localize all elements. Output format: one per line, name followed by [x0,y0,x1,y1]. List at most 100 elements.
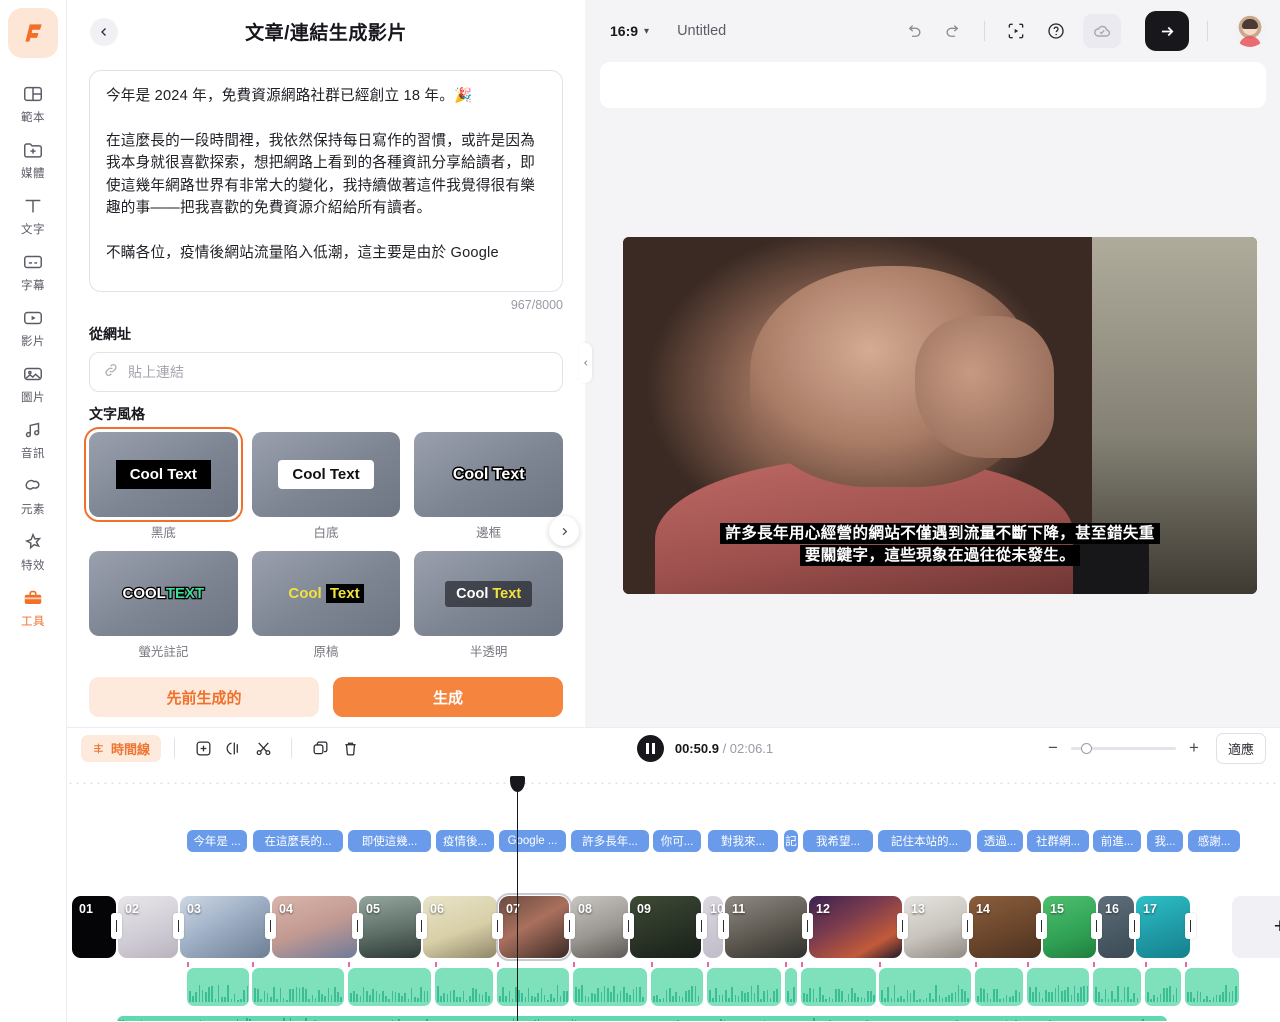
subtitle-chip[interactable]: 今年是 ... [187,830,247,852]
timeline-clip[interactable]: 08 [571,896,628,958]
audio-clip-track[interactable] [67,962,1280,1021]
sidebar-item-media[interactable]: 媒體 [2,130,64,185]
clip-trim-handle[interactable] [897,913,908,939]
audio-waveform-segment[interactable] [879,968,971,1006]
audio-waveform-segment[interactable] [497,968,569,1006]
subtitle-track[interactable]: 今年是 ... 在這麼長的... 即使這幾... 疫情後... Google ... 許多… [67,830,1280,852]
fit-to-window-button[interactable]: 適應 [1216,732,1267,764]
playhead-handle[interactable] [510,776,525,792]
style-option-highlight[interactable]: COOLTEXT 螢光註記 [89,551,238,660]
audio-waveform-segment[interactable] [1093,968,1141,1006]
clip-trim-handle[interactable] [265,913,276,939]
add-media-button[interactable]: + [1232,896,1280,958]
preview-button[interactable] [1003,18,1029,44]
subtitle-chip[interactable]: 疫情後... [436,830,494,852]
video-clip-track[interactable]: 01 02 03 04 05 06 07 08 09 10 11 12 13 14 15 16 17 + [67,893,1280,961]
split-icon[interactable] [218,733,248,763]
subtitle-chip[interactable]: 記 [784,830,798,852]
previous-generations-button[interactable]: 先前生成的 [89,677,319,717]
audio-waveform-segment[interactable] [801,968,876,1006]
clip-trim-handle[interactable] [416,913,427,939]
audio-waveform-segment[interactable] [348,968,431,1006]
clip-trim-handle[interactable] [173,913,184,939]
zoom-out-button[interactable]: − [1045,738,1061,758]
timeline-clip[interactable]: 03 [180,896,270,958]
sidebar-item-effects[interactable]: 特效 [2,522,64,577]
video-preview[interactable]: 許多長年用心經營的網站不僅遇到流量不斷下降，甚至錯失重 要關鍵字，這些現象在過往… [623,237,1257,594]
sidebar-item-audio[interactable]: 音訊 [2,410,64,465]
export-button[interactable] [1145,11,1189,51]
timeline-tracks[interactable]: 今年是 ... 在這麼長的... 即使這幾... 疫情後... Google ... 許多… [67,768,1280,1021]
sidebar-item-text[interactable]: 文字 [2,186,64,241]
sidebar-item-template[interactable]: 範本 [2,74,64,129]
style-option-white-bg[interactable]: Cool Text 白底 [251,432,401,541]
subtitle-chip[interactable]: 我希望... [803,830,873,852]
sidebar-item-video[interactable]: 影片 [2,298,64,353]
subtitle-chip[interactable]: 社群網... [1027,830,1089,852]
audio-waveform-segment[interactable] [1185,968,1239,1006]
audio-waveform-segment[interactable] [252,968,344,1006]
subtitle-chip[interactable]: 我... [1147,830,1183,852]
generate-button[interactable]: 生成 [333,677,563,717]
url-input[interactable]: 貼上連結 [89,352,563,392]
style-option-original[interactable]: Cool Text 原槁 [251,551,401,660]
scissors-icon[interactable] [248,733,278,763]
audio-waveform-segment[interactable] [187,968,249,1006]
app-logo[interactable] [8,8,58,58]
timeline-clip[interactable]: 09 [630,896,701,958]
style-option-translucent[interactable]: Cool Text 半透明 [414,551,563,660]
redo-button[interactable] [940,18,966,44]
add-clip-icon[interactable] [188,733,218,763]
audio-waveform-segment[interactable] [975,968,1023,1006]
audio-waveform-segment[interactable] [573,968,647,1006]
timeline-clip[interactable]: 02 [118,896,178,958]
subtitle-chip[interactable]: 透過... [977,830,1023,852]
clip-trim-handle[interactable] [1129,913,1140,939]
clip-trim-handle[interactable] [962,913,973,939]
subtitle-chip[interactable]: 即使這幾... [348,830,431,852]
sidebar-item-subtitle[interactable]: 字幕 [2,242,64,297]
playhead[interactable] [510,776,525,1021]
article-textarea[interactable]: 今年是 2024 年，免費資源網路社群已經創立 18 年。🎉 在這麼長的一段時間… [89,70,563,292]
clip-trim-handle[interactable] [111,913,122,939]
clip-trim-handle[interactable] [696,913,707,939]
timeline-clip[interactable]: 12 [809,896,902,958]
sidebar-item-tools[interactable]: 工具 [2,578,64,633]
duplicate-icon[interactable] [305,733,335,763]
timeline-clip[interactable]: 07 [496,893,572,961]
clip-trim-handle[interactable] [492,913,503,939]
clip-trim-handle[interactable] [718,913,729,939]
play-pause-button[interactable] [636,734,664,762]
background-music-track[interactable] [117,1016,1167,1021]
timeline-clip[interactable]: 11 [725,896,807,958]
subtitle-chip[interactable]: 感謝... [1188,830,1240,852]
back-button[interactable] [90,18,118,46]
clip-trim-handle[interactable] [1036,913,1047,939]
style-option-black-bg[interactable]: Cool Text 黑底 [84,427,243,541]
subtitle-chip[interactable]: 對我來... [708,830,778,852]
delete-icon[interactable] [335,733,365,763]
clip-trim-handle[interactable] [623,913,634,939]
panel-collapse-handle[interactable] [579,343,592,383]
clip-trim-handle[interactable] [1091,913,1102,939]
audio-waveform-segment[interactable] [435,968,493,1006]
clip-trim-handle[interactable] [1185,913,1196,939]
audio-waveform-segment[interactable] [707,968,781,1006]
clip-trim-handle[interactable] [802,913,813,939]
zoom-in-button[interactable]: + [1186,738,1202,758]
style-option-outline[interactable]: Cool Text 邊框 [414,432,563,541]
cloud-save-button[interactable] [1083,14,1121,48]
timeline-clip[interactable]: 17 [1136,896,1190,958]
aspect-ratio-selector[interactable]: 16:9 ▾ [610,23,649,39]
undo-button[interactable] [900,18,926,44]
audio-waveform-segment[interactable] [651,968,703,1006]
audio-waveform-segment[interactable] [785,968,797,1006]
style-carousel-next-button[interactable] [549,516,579,546]
subtitle-chip[interactable]: 記住本站的... [878,830,971,852]
help-button[interactable] [1043,18,1069,44]
zoom-slider-handle[interactable] [1081,742,1092,754]
sidebar-item-image[interactable]: 圖片 [2,354,64,409]
project-name-input[interactable]: Untitled [677,23,726,39]
timeline-clip[interactable]: 13 [904,896,967,958]
subtitle-chip[interactable]: 許多長年... [571,830,649,852]
